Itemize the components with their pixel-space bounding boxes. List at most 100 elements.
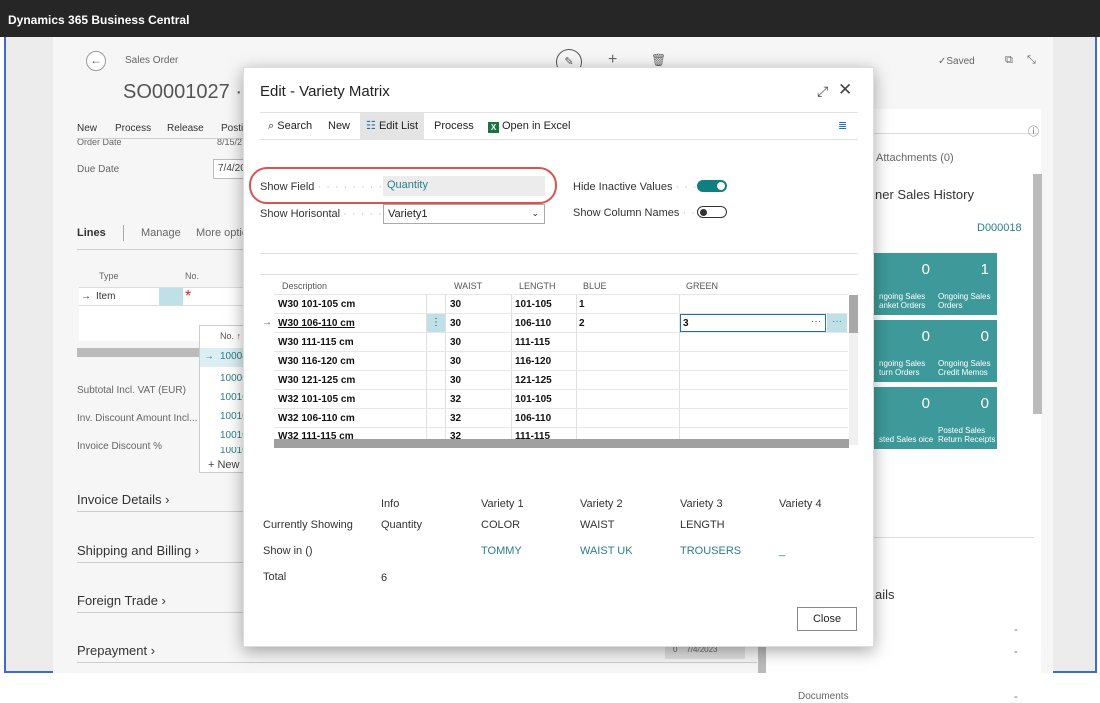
col-blue: BLUE bbox=[583, 281, 607, 291]
action-release[interactable]: Release bbox=[167, 123, 204, 134]
sales-history-title: ner Sales History bbox=[875, 187, 974, 202]
divider bbox=[874, 537, 1034, 538]
open-in-excel-button[interactable]: X Open in Excel bbox=[482, 113, 576, 140]
variety-matrix-dialog: Edit - Variety Matrix ⤢ ✕ ⌕ Search New ☷… bbox=[243, 67, 874, 647]
divider bbox=[123, 225, 124, 241]
subtotal-label: Subtotal Incl. VAT (EUR) bbox=[77, 385, 186, 396]
breadcrumb: Sales Order bbox=[125, 55, 179, 66]
tile-sales-orders[interactable]: 1 Ongoing Sales Orders bbox=[933, 253, 997, 315]
col-description: Description bbox=[282, 281, 328, 291]
required-asterisk: * bbox=[185, 288, 192, 305]
lines-tab[interactable]: Lines bbox=[77, 227, 106, 239]
edit-list-icon: ☷ bbox=[366, 120, 376, 132]
close-button[interactable]: Close bbox=[797, 607, 857, 631]
process-button[interactable]: Process bbox=[428, 113, 480, 140]
documents-label: Documents bbox=[798, 691, 849, 702]
collapse-icon[interactable]: ⤡ bbox=[1027, 54, 1036, 67]
show-field-input[interactable]: Quantity bbox=[383, 176, 545, 196]
customer-no-link[interactable]: D000018 bbox=[977, 222, 1022, 234]
edit-list-button[interactable]: ☷ Edit List bbox=[360, 113, 425, 140]
hide-inactive-toggle[interactable] bbox=[697, 180, 727, 192]
currently-showing-v3: LENGTH bbox=[680, 519, 725, 531]
table-row[interactable]: W32 106-110 cm 32 106-110 bbox=[274, 408, 848, 427]
action-new[interactable]: New bbox=[77, 123, 97, 134]
currently-showing-label: Currently Showing bbox=[263, 519, 353, 531]
green-quantity-input[interactable]: 3 ··· bbox=[680, 314, 826, 332]
more-icon[interactable]: ··· bbox=[811, 316, 821, 327]
show-in-v4-link[interactable]: _ bbox=[779, 545, 785, 557]
details-title: ails bbox=[875, 587, 895, 602]
attachments-link[interactable]: Attachments (0) bbox=[876, 152, 954, 164]
more-icon[interactable]: ··· bbox=[827, 314, 847, 332]
row-menu-icon[interactable]: ⋮ bbox=[427, 314, 445, 332]
expand-icon[interactable]: ⤢ bbox=[817, 83, 828, 100]
currently-showing-v2: WAIST bbox=[580, 519, 615, 531]
show-in-v2-link[interactable]: WAIST UK bbox=[580, 545, 633, 557]
info-header: Info bbox=[381, 498, 400, 510]
delete-icon[interactable]: 🗑 bbox=[651, 53, 666, 67]
scrollbar[interactable] bbox=[758, 647, 766, 673]
new-button[interactable]: New bbox=[322, 113, 356, 140]
variety4-header: Variety 4 bbox=[779, 498, 822, 510]
table-row[interactable]: W32 101-105 cm 32 101-105 bbox=[274, 389, 848, 408]
table-row[interactable]: W30 101-105 cm 30 101-105 1 bbox=[274, 294, 848, 313]
tile-return-orders[interactable]: 0 ngoing Sales turn Orders bbox=[874, 320, 938, 382]
chevron-down-icon: ⌄ bbox=[531, 208, 539, 218]
order-date-label: Order Date bbox=[77, 139, 122, 146]
list-view-icon[interactable]: ≣ bbox=[832, 113, 853, 140]
dialog-title: Edit - Variety Matrix bbox=[260, 83, 390, 100]
manage-tab[interactable]: Manage bbox=[141, 227, 181, 239]
table-row[interactable]: → W30 106-110 cm ⋮ 30 106-110 2 3 ··· ··… bbox=[262, 313, 848, 332]
excel-icon: X bbox=[488, 122, 499, 133]
variety3-header: Variety 3 bbox=[680, 498, 723, 510]
row-arrow-icon: → bbox=[262, 317, 272, 328]
col-type: Type bbox=[99, 271, 119, 281]
tile-return-receipts[interactable]: 0 Posted Sales Return Receipts bbox=[933, 387, 997, 449]
no-cell[interactable] bbox=[159, 288, 183, 305]
table-row[interactable]: W30 121-125 cm 30 121-125 bbox=[274, 370, 848, 389]
variety1-header: Variety 1 bbox=[481, 498, 524, 510]
tile-credit-memos[interactable]: 0 Ongoing Sales Credit Memos bbox=[933, 320, 997, 382]
show-horizontal-select[interactable]: Variety1 ⌄ bbox=[383, 204, 545, 224]
dropdown-header: No. ↑ bbox=[220, 331, 242, 341]
show-in-v1-link[interactable]: TOMMY bbox=[481, 545, 522, 557]
table-row[interactable]: W30 116-120 cm 30 116-120 bbox=[274, 351, 848, 370]
show-in-label: Show in () bbox=[263, 545, 313, 557]
col-waist: WAIST bbox=[454, 281, 483, 291]
show-column-names-toggle[interactable] bbox=[697, 206, 727, 218]
col-no: No. bbox=[185, 271, 200, 281]
close-icon[interactable]: ✕ bbox=[838, 80, 852, 100]
back-arrow-icon[interactable]: ← bbox=[86, 51, 106, 71]
line-type[interactable]: Item bbox=[96, 291, 115, 302]
due-date-label: Due Date bbox=[77, 164, 120, 175]
table-row[interactable]: W30 111-115 cm 30 111-115 bbox=[274, 332, 848, 351]
horizontal-scrollbar[interactable] bbox=[274, 439, 849, 448]
open-new-window-icon[interactable]: ⧉ bbox=[1005, 54, 1013, 67]
show-column-names-label: Show Column Names · · · bbox=[573, 207, 705, 219]
value-dash: - bbox=[1014, 646, 1018, 658]
inv-discount-label: Inv. Discount Amount Incl... bbox=[77, 413, 198, 424]
action-process[interactable]: Process bbox=[115, 123, 151, 134]
dropdown-new-button[interactable]: + New bbox=[208, 459, 240, 471]
col-length: LENGTH bbox=[519, 281, 556, 291]
currently-showing-v1: COLOR bbox=[481, 519, 521, 531]
table-row[interactable]: W32 111-115 cm 32 111-115 bbox=[274, 427, 848, 439]
more-options-tab[interactable]: More optio bbox=[196, 227, 248, 239]
total-label: Total bbox=[263, 571, 287, 583]
factbox-scrollbar[interactable] bbox=[1033, 174, 1042, 414]
order-date-value: 8/15/2 bbox=[217, 139, 243, 146]
value-dash: - bbox=[1014, 624, 1018, 636]
currently-showing-info: Quantity bbox=[381, 519, 422, 531]
vertical-scrollbar[interactable] bbox=[849, 295, 858, 445]
app-title: Dynamics 365 Business Central bbox=[8, 13, 190, 27]
show-in-v3-link[interactable]: TROUSERS bbox=[680, 545, 741, 557]
line-row[interactable]: → Item * bbox=[79, 287, 249, 305]
col-green: GREEN bbox=[686, 281, 719, 291]
tile-blanket-orders[interactable]: 0 ngoing Sales anket Orders bbox=[874, 253, 938, 315]
scrollbar-thumb[interactable] bbox=[849, 295, 858, 333]
search-button[interactable]: ⌕ Search bbox=[262, 113, 318, 140]
tile-posted-invoices[interactable]: 0 sted Sales oices bbox=[874, 387, 938, 449]
divider bbox=[260, 253, 858, 254]
dialog-toolbar: ⌕ Search New ☷ Edit List Process X Open i… bbox=[260, 112, 858, 140]
info-icon[interactable]: ⓘ bbox=[1028, 123, 1039, 139]
